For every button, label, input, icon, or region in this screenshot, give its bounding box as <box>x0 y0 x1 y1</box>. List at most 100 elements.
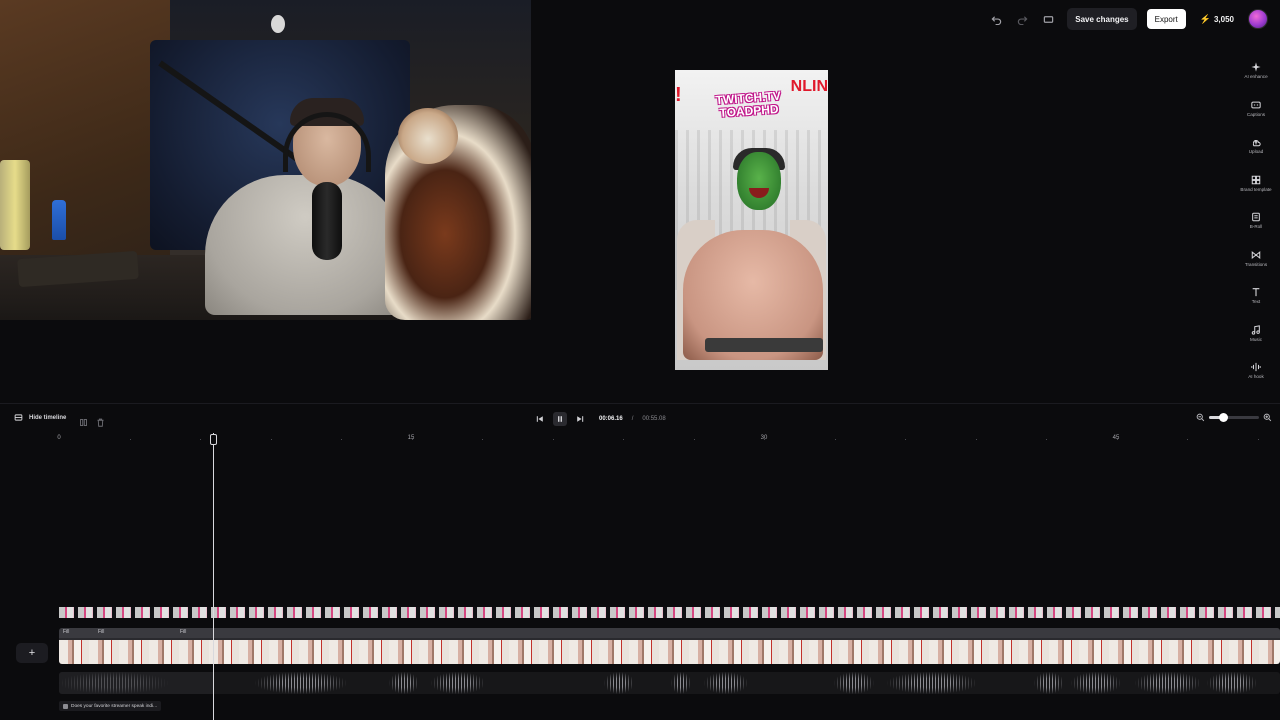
preview-red-text-left: ! <box>675 84 682 106</box>
audio-waveform <box>389 672 419 694</box>
audio-waveform <box>887 672 977 694</box>
zoom-slider[interactable] <box>1209 413 1259 422</box>
ceiling-light <box>271 15 285 33</box>
ruler-label: 15 <box>407 435 415 441</box>
credits-count: 3,050 <box>1213 14 1234 24</box>
captions-icon <box>1251 101 1261 109</box>
rail-item-upload[interactable]: Upload <box>1232 127 1280 165</box>
skip-forward-icon[interactable] <box>573 412 587 426</box>
audio-waveform <box>431 672 485 694</box>
music-icon <box>1251 324 1260 335</box>
ruler-tick <box>482 439 483 440</box>
microphone <box>312 182 342 260</box>
audio-waveform <box>604 672 634 694</box>
rail-item-label: AI enhance <box>1244 74 1268 80</box>
broll-icon <box>1252 213 1260 222</box>
ruler-tick <box>412 439 413 440</box>
rail-item-label: B-Roll <box>1249 224 1263 230</box>
timeline-divider <box>0 403 1280 404</box>
text-icon <box>1252 288 1260 297</box>
rail-item-captions[interactable]: Captions <box>1232 90 1280 128</box>
audio-waveform <box>704 672 748 694</box>
audio-track[interactable] <box>59 672 1280 694</box>
audio-waveform <box>834 672 874 694</box>
plus-icon: + <box>28 647 36 659</box>
segment-label[interactable]: Fill <box>63 629 69 635</box>
preview-face <box>737 152 781 210</box>
undo-icon[interactable] <box>985 8 1007 30</box>
rail-item-music[interactable]: Music <box>1232 315 1280 353</box>
ruler-tick <box>130 439 131 440</box>
rail-item-brand-template[interactable]: Brand template <box>1232 165 1280 203</box>
ruler-label: 30 <box>760 435 768 441</box>
transitions-icon <box>1251 250 1261 259</box>
rail-item-label: Text <box>1251 299 1261 305</box>
ruler-tick <box>1258 439 1259 440</box>
ruler-tick <box>200 439 201 440</box>
rail-item-label: Music <box>1250 336 1262 342</box>
ruler-label: 45 <box>1112 435 1120 441</box>
timeline-ruler[interactable]: 0 15 30 45 <box>0 432 1280 446</box>
zoom-in-icon[interactable] <box>1263 413 1272 422</box>
caption-track[interactable] <box>59 607 1280 618</box>
rail-item-text[interactable]: Text <box>1232 277 1280 315</box>
ruler-tick <box>1046 439 1047 440</box>
ruler-tick <box>1117 439 1118 440</box>
video-preview[interactable]: ! NLIN TWITCH.TV TOADPHD <box>675 70 828 370</box>
segment-label[interactable]: Fill <box>98 629 104 635</box>
ruler-tick <box>905 439 906 440</box>
top-bar: Save changes Export ⚡ 3,050 <box>985 0 1280 38</box>
transport-controls: 00:06.16 / 00:55.08 <box>533 412 666 426</box>
ai-hook-icon <box>1251 363 1261 372</box>
rail-item-label: Upload <box>1248 149 1264 155</box>
hide-timeline-button[interactable]: Hide timeline <box>14 413 66 422</box>
export-button[interactable]: Export <box>1146 9 1186 29</box>
zoom-out-icon[interactable] <box>1196 413 1205 422</box>
audio-waveform <box>671 672 691 694</box>
delete-icon[interactable] <box>96 414 106 427</box>
rail-item-label: AI hook <box>1248 374 1264 380</box>
sparkle-icon <box>1251 62 1261 72</box>
skip-back-icon[interactable] <box>533 412 547 426</box>
rail-item-label: Brand template <box>1240 186 1272 192</box>
ruler-tick <box>694 439 695 440</box>
hide-timeline-label: Hide timeline <box>29 414 67 421</box>
streamer-body <box>205 175 405 315</box>
ruler-tick <box>1187 439 1188 440</box>
pause-button[interactable] <box>553 412 567 426</box>
ruler-tick <box>623 439 624 440</box>
ruler-tick <box>835 439 836 440</box>
redo-icon[interactable] <box>1011 8 1033 30</box>
save-changes-button[interactable]: Save changes <box>1067 8 1137 30</box>
credits-balance[interactable]: ⚡ 3,050 <box>1200 14 1234 25</box>
audio-waveform <box>255 672 347 694</box>
rail-item-label: Transitions <box>1244 261 1268 267</box>
split-icon[interactable] <box>79 414 89 426</box>
playhead-handle[interactable] <box>210 434 217 445</box>
audio-waveform <box>59 672 169 694</box>
webcam-preview <box>0 0 531 320</box>
playhead-line[interactable] <box>213 433 214 720</box>
aspect-ratio-icon[interactable] <box>1037 8 1059 30</box>
clip-icon <box>63 703 68 709</box>
rail-item-ai-enhance[interactable]: AI enhance <box>1232 52 1280 90</box>
rail-item-b-roll[interactable]: B-Roll <box>1232 202 1280 240</box>
bolt-icon: ⚡ <box>1199 13 1211 24</box>
avatar[interactable] <box>1248 9 1268 29</box>
video-thumbnails <box>59 640 1280 664</box>
spray-bottle <box>52 200 66 240</box>
rail-item-ai-hook[interactable]: AI hook <box>1232 352 1280 390</box>
pause-icon <box>558 416 562 422</box>
segment-label[interactable]: Fill <box>180 629 186 635</box>
zoom-slider-handle[interactable] <box>1218 413 1228 422</box>
ruler-tick <box>553 439 554 440</box>
audio-waveform <box>1135 672 1201 694</box>
brand-template-icon <box>1251 175 1261 184</box>
drink-can <box>0 160 30 250</box>
current-time: 00:06.16 <box>599 416 623 422</box>
rail-item-label: Captions <box>1246 111 1266 117</box>
video-track[interactable]: Fill Fill Fill <box>59 628 1280 664</box>
rail-item-transitions[interactable]: Transitions <box>1232 240 1280 278</box>
add-track-button[interactable]: + <box>16 643 48 663</box>
clip-title-chip[interactable]: Does your favorite streamer speak indi..… <box>59 701 162 711</box>
